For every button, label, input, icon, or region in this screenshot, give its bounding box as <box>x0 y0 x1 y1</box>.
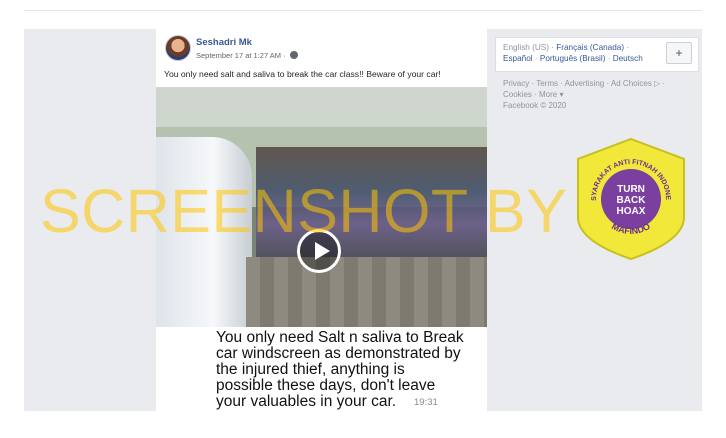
language-link[interactable]: Français (Canada) <box>556 43 624 52</box>
globe-icon <box>289 51 298 59</box>
footer-copyright: Facebook © 2020 <box>503 101 567 110</box>
footer-links-row-1: Privacy · Terms · Advertising · Ad Choic… <box>503 79 666 88</box>
footer-link[interactable]: Privacy <box>503 79 529 88</box>
footer-link[interactable]: More ▾ <box>539 90 563 99</box>
add-language-button[interactable]: + <box>666 42 692 64</box>
footer-link[interactable]: Terms <box>536 79 558 88</box>
badge-center-line: BACK <box>617 195 647 206</box>
language-link[interactable]: Español <box>503 54 533 63</box>
post-meta: September 17 at 1:27 AM · <box>196 51 298 60</box>
post-caption: You only need salt and saliva to break t… <box>164 69 441 79</box>
turnbackhoax-badge-logo: MASYARAKAT ANTI FITNAH INDONESIA MAFINDO… <box>574 137 685 261</box>
video-player[interactable] <box>156 87 487 327</box>
post-author[interactable]: Seshadri Mk <box>196 37 252 48</box>
badge-center-line: HOAX <box>617 206 646 217</box>
top-divider <box>24 10 702 11</box>
avatar[interactable] <box>165 35 191 61</box>
language-row-2: Español · Português (Brasil) · Deutsch <box>503 54 643 63</box>
language-link[interactable]: Deutsch <box>613 54 643 63</box>
play-icon[interactable] <box>297 229 341 273</box>
footer-link[interactable]: Advertising <box>565 79 605 88</box>
video-scene-car <box>156 137 252 327</box>
video-overlay-line: your valuables in your car. <box>216 393 397 410</box>
post-timestamp[interactable]: September 17 at 1:27 AM <box>196 51 281 60</box>
badge-center-line: TURN <box>617 184 645 195</box>
language-link[interactable]: Português (Brasil) <box>540 54 606 63</box>
video-duration: 19:31 <box>414 397 438 408</box>
video-scene-crowd <box>256 147 487 257</box>
footer-links-row-2: Cookies · More ▾ <box>503 90 564 99</box>
footer-link[interactable]: Ad Choices ▷ <box>611 79 660 88</box>
current-language: English (US) <box>503 43 549 52</box>
footer-link[interactable]: Cookies <box>503 90 532 99</box>
language-row-1: English (US) · Français (Canada) · <box>503 43 630 52</box>
video-scene-ground <box>246 257 487 327</box>
